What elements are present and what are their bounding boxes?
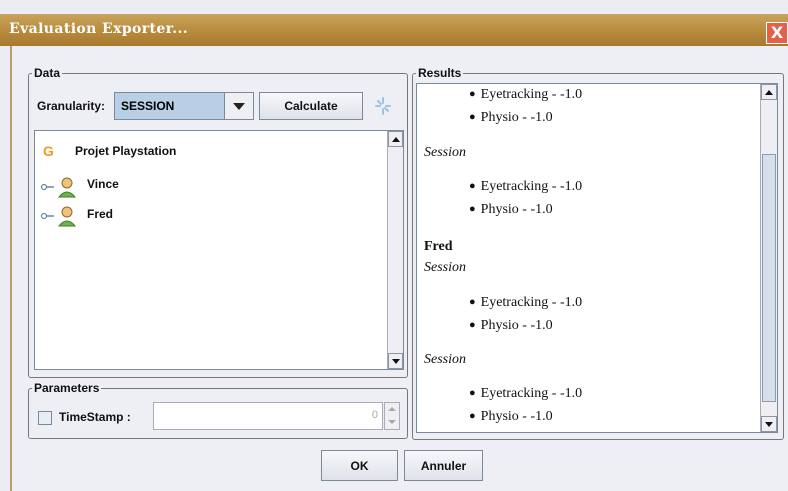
result-line: Physio - -1.0	[469, 202, 553, 218]
result-session: Session	[424, 145, 466, 160]
result-line: Eyetracking - -1.0	[469, 295, 582, 311]
parameters-legend: Parameters	[34, 381, 100, 395]
result-line: Eyetracking - -1.0	[469, 179, 582, 195]
chevron-down-icon[interactable]	[224, 93, 253, 119]
cancel-button[interactable]: Annuler	[404, 450, 483, 481]
result-line: Eyetracking - -1.0	[469, 87, 582, 103]
result-line: Physio - -1.0	[469, 409, 553, 425]
scroll-thumb[interactable]	[762, 154, 776, 402]
timestamp-label: TimeStamp :	[59, 410, 131, 424]
result-line: Physio - -1.0	[469, 110, 553, 126]
scroll-down-icon[interactable]	[761, 416, 777, 432]
result-user: Fred	[424, 239, 453, 254]
data-legend: Data	[34, 66, 61, 80]
tree-root-label[interactable]: Projet Playstation	[75, 144, 176, 158]
project-icon: G	[43, 143, 54, 159]
timestamp-checkbox[interactable]	[38, 411, 52, 425]
dialog-window: Evaluation Exporter... X Data Granularit…	[0, 0, 788, 491]
result-session: Session	[424, 260, 466, 275]
project-tree[interactable]: G Projet Playstation Vince Fred	[34, 130, 404, 370]
tree-scrollbar[interactable]	[387, 131, 403, 369]
granularity-select[interactable]: SESSION	[114, 92, 254, 120]
scroll-up-icon[interactable]	[761, 84, 777, 100]
result-line: Physio - -1.0	[469, 318, 553, 334]
title-bar[interactable]: Evaluation Exporter...	[0, 14, 788, 46]
tree-child-vince[interactable]: Vince	[87, 177, 119, 191]
granularity-label: Granularity:	[37, 99, 106, 113]
tree-node-vince[interactable]	[40, 175, 78, 199]
ok-button[interactable]: OK	[321, 450, 398, 481]
results-scrollbar[interactable]	[760, 84, 777, 432]
loading-spinner-icon	[375, 97, 391, 115]
tree-node-fred[interactable]	[40, 204, 78, 228]
window-title: Evaluation Exporter...	[9, 21, 189, 37]
scroll-up-icon[interactable]	[388, 131, 403, 147]
result-session: Session	[424, 352, 466, 367]
calculate-button[interactable]: Calculate	[259, 92, 363, 120]
timestamp-value: 0	[371, 409, 378, 421]
timestamp-spinner[interactable]	[384, 402, 400, 430]
granularity-value: SESSION	[115, 93, 224, 119]
spin-up-icon[interactable]	[388, 407, 396, 411]
result-line: Eyetracking - -1.0	[469, 386, 582, 402]
results-area[interactable]: Eyetracking - -1.0 Physio - -1.0 Session…	[416, 83, 778, 433]
timestamp-field[interactable]: 0	[153, 402, 383, 430]
spin-down-icon[interactable]	[388, 420, 396, 424]
results-legend: Results	[418, 66, 462, 80]
scroll-down-icon[interactable]	[388, 353, 403, 369]
tree-child-fred[interactable]: Fred	[87, 207, 113, 221]
close-button[interactable]: X	[766, 22, 788, 44]
